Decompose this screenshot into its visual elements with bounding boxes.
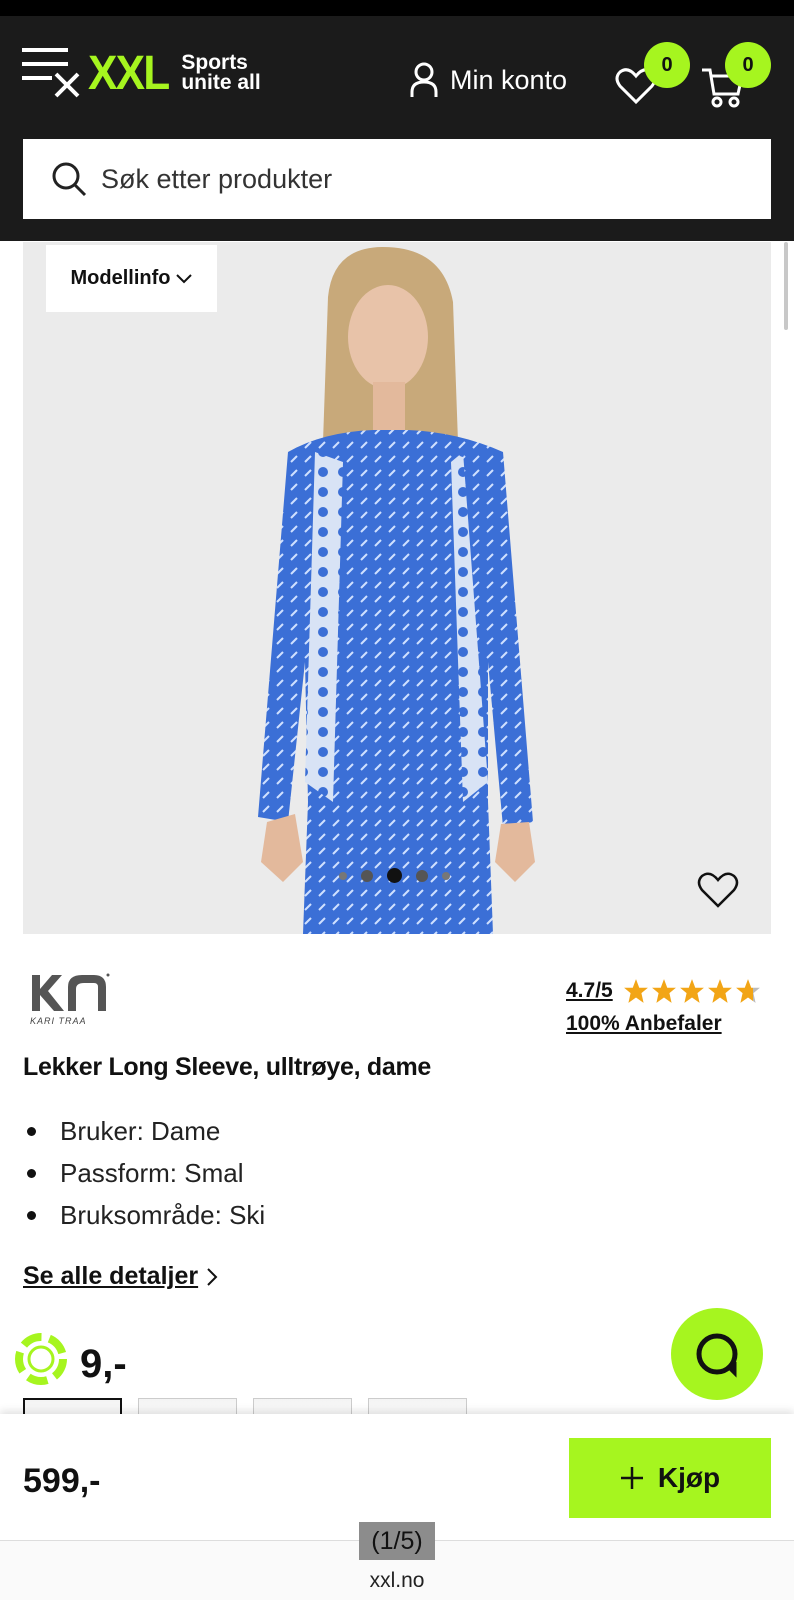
product-image	[258, 247, 535, 934]
add-to-wishlist-button[interactable]	[695, 868, 741, 910]
buy-price: 599,-	[23, 1462, 101, 1500]
feature-item: Bruksområde: Ski	[23, 1194, 265, 1236]
logo-tagline: Sports unite all	[181, 51, 261, 94]
pagination-dot[interactable]	[339, 871, 347, 880]
logo-wordmark: XXL	[88, 46, 170, 100]
logo-tagline-line-1: Sports	[181, 51, 248, 74]
product-title: Lekker Long Sleeve, ulltrøye, dame	[23, 1053, 432, 1081]
price-label: 9,-	[80, 1342, 127, 1386]
plus-icon	[620, 1467, 643, 1489]
menu-close-button[interactable]	[22, 46, 84, 116]
recommend-link[interactable]: 100% Anbefaler	[566, 1012, 722, 1036]
xxl-logo[interactable]: XXL Sports unite all	[88, 42, 261, 104]
site-header: XXL Sports unite all Min konto 0 0	[0, 16, 794, 241]
pagination-dot-active[interactable]	[387, 868, 402, 883]
feature-list: Bruker: Dame Passform: Smal Bruksområde:…	[23, 1110, 265, 1236]
search-icon	[52, 162, 87, 197]
chevron-right-icon	[207, 1267, 218, 1286]
url-label[interactable]: xxl.no	[0, 1569, 794, 1593]
product-rating: 4.7/5	[566, 978, 763, 1004]
buy-button[interactable]: Kjøp	[569, 1438, 771, 1518]
model-info-label: Modellinfo	[70, 267, 171, 289]
search-bar[interactable]	[23, 139, 771, 219]
loading-spinner-icon	[15, 1333, 67, 1385]
pagination-dot[interactable]	[361, 869, 373, 882]
chevron-down-icon	[176, 273, 193, 283]
model-info-button[interactable]: Modellinfo	[46, 245, 217, 312]
chat-button[interactable]	[671, 1308, 763, 1400]
star-icon	[707, 979, 732, 1003]
feature-item: Passform: Smal	[23, 1152, 265, 1194]
user-icon	[410, 62, 438, 97]
star-icon	[679, 979, 704, 1003]
buy-label: Kjøp	[657, 1462, 721, 1493]
cart-count-badge: 0	[725, 42, 771, 88]
search-input[interactable]	[101, 163, 701, 195]
account-link[interactable]: Min konto	[410, 62, 567, 98]
pagination-dot[interactable]	[416, 869, 428, 882]
account-label: Min konto	[450, 64, 568, 95]
star-half-icon	[735, 979, 760, 1003]
wishlist-count-badge: 0	[644, 42, 690, 88]
pagination-dot[interactable]	[442, 871, 450, 880]
heart-icon	[697, 872, 739, 908]
details-label: Se alle detaljer	[23, 1262, 199, 1290]
feature-item: Bruker: Dame	[23, 1110, 265, 1152]
logo-tagline-line-2: unite all	[181, 71, 261, 94]
chat-icon	[696, 1333, 738, 1378]
star-icon	[623, 979, 648, 1003]
status-bar	[0, 0, 794, 16]
image-pagination	[339, 868, 450, 883]
star-icon	[651, 979, 676, 1003]
see-all-details-link[interactable]: Se alle detaljer	[23, 1262, 218, 1291]
rating-link[interactable]: 4.7/5	[566, 979, 613, 1003]
product-gallery[interactable]: Modellinfo	[23, 242, 771, 934]
page-counter: (1/5)	[359, 1522, 435, 1560]
page-scrollbar[interactable]	[784, 242, 788, 330]
brand-caption: KARI TRAA	[30, 1016, 87, 1026]
